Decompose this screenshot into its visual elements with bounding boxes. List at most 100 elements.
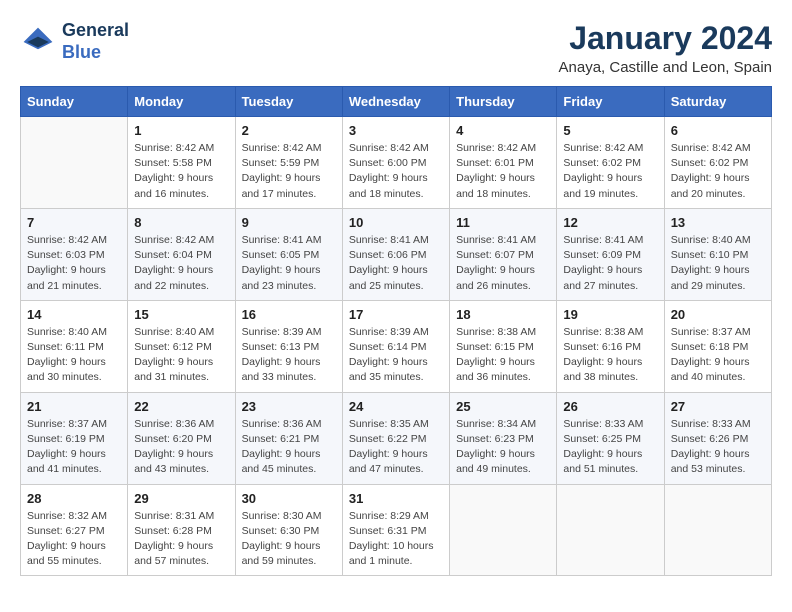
calendar-cell: 9 Sunrise: 8:41 AMSunset: 6:05 PMDaylight… (235, 208, 342, 300)
day-number: 21 (27, 399, 121, 414)
calendar-cell: 3 Sunrise: 8:42 AMSunset: 6:00 PMDaylight… (342, 117, 449, 209)
calendar-cell: 13 Sunrise: 8:40 AMSunset: 6:10 PMDayligh… (664, 208, 771, 300)
cell-info: Sunrise: 8:40 AMSunset: 6:12 PMDaylight:… (134, 325, 228, 386)
week-row-1: 1 Sunrise: 8:42 AMSunset: 5:58 PMDaylight… (21, 117, 772, 209)
day-number: 2 (242, 123, 336, 138)
day-number: 6 (671, 123, 765, 138)
day-number: 16 (242, 307, 336, 322)
logo-icon (20, 24, 56, 60)
cell-info: Sunrise: 8:42 AMSunset: 6:01 PMDaylight:… (456, 141, 550, 202)
calendar-cell: 22Sunrise: 8:36 AMSunset: 6:20 PMDayligh… (128, 392, 235, 484)
cell-info: Sunrise: 8:41 AMSunset: 6:05 PMDaylight:… (242, 233, 336, 294)
calendar-cell: 17Sunrise: 8:39 AMSunset: 6:14 PMDayligh… (342, 300, 449, 392)
day-number: 18 (456, 307, 550, 322)
day-number: 1 (134, 123, 228, 138)
cell-info: Sunrise: 8:35 AMSunset: 6:22 PMDaylight:… (349, 417, 443, 478)
calendar-cell: 20 Sunrise: 8:37 AMSunset: 6:18 PMDayligh… (664, 300, 771, 392)
calendar-cell: 18Sunrise: 8:38 AMSunset: 6:15 PMDayligh… (450, 300, 557, 392)
day-number: 20 (671, 307, 765, 322)
cell-info: Sunrise: 8:40 AMSunset: 6:10 PMDaylight:… (671, 233, 765, 294)
calendar-cell: 21 Sunrise: 8:37 AMSunset: 6:19 PMDayligh… (21, 392, 128, 484)
day-number: 9 (242, 215, 336, 230)
calendar-cell: 31Sunrise: 8:29 AMSunset: 6:31 PMDayligh… (342, 484, 449, 576)
weekday-header-wednesday: Wednesday (342, 87, 449, 117)
calendar-cell: 30 Sunrise: 8:30 AMSunset: 6:30 PMDayligh… (235, 484, 342, 576)
day-number: 24 (349, 399, 443, 414)
day-number: 11 (456, 215, 550, 230)
cell-info: Sunrise: 8:30 AMSunset: 6:30 PMDaylight:… (242, 509, 336, 570)
calendar-cell: 19 Sunrise: 8:38 AMSunset: 6:16 PMDayligh… (557, 300, 664, 392)
day-number: 8 (134, 215, 228, 230)
weekday-header-row: SundayMondayTuesdayWednesdayThursdayFrid… (21, 87, 772, 117)
cell-info: Sunrise: 8:42 AMSunset: 6:02 PMDaylight:… (671, 141, 765, 202)
day-number: 26 (563, 399, 657, 414)
day-number: 23 (242, 399, 336, 414)
calendar-cell (21, 117, 128, 209)
main-title: January 2024 (559, 20, 772, 57)
day-number: 13 (671, 215, 765, 230)
day-number: 4 (456, 123, 550, 138)
cell-info: Sunrise: 8:39 AMSunset: 6:13 PMDaylight:… (242, 325, 336, 386)
calendar-cell (450, 484, 557, 576)
cell-info: Sunrise: 8:36 AMSunset: 6:20 PMDaylight:… (134, 417, 228, 478)
cell-info: Sunrise: 8:32 AMSunset: 6:27 PMDaylight:… (27, 509, 121, 570)
calendar-cell (664, 484, 771, 576)
calendar-table: SundayMondayTuesdayWednesdayThursdayFrid… (20, 86, 772, 576)
calendar-cell: 27Sunrise: 8:33 AMSunset: 6:26 PMDayligh… (664, 392, 771, 484)
day-number: 15 (134, 307, 228, 322)
calendar-cell: 15 Sunrise: 8:40 AMSunset: 6:12 PMDayligh… (128, 300, 235, 392)
day-number: 10 (349, 215, 443, 230)
calendar-cell: 23 Sunrise: 8:36 AMSunset: 6:21 PMDayligh… (235, 392, 342, 484)
calendar-cell: 2 Sunrise: 8:42 AMSunset: 5:59 PMDaylight… (235, 117, 342, 209)
cell-info: Sunrise: 8:42 AMSunset: 5:58 PMDaylight:… (134, 141, 228, 202)
cell-info: Sunrise: 8:38 AMSunset: 6:16 PMDaylight:… (563, 325, 657, 386)
week-row-5: 28 Sunrise: 8:32 AMSunset: 6:27 PMDayligh… (21, 484, 772, 576)
day-number: 31 (349, 491, 443, 506)
cell-info: Sunrise: 8:41 AMSunset: 6:07 PMDaylight:… (456, 233, 550, 294)
cell-info: Sunrise: 8:36 AMSunset: 6:21 PMDaylight:… (242, 417, 336, 478)
day-number: 29 (134, 491, 228, 506)
title-area: January 2024 Anaya, Castille and Leon, S… (559, 20, 772, 76)
calendar-cell: 5Sunrise: 8:42 AMSunset: 6:02 PMDaylight… (557, 117, 664, 209)
weekday-header-saturday: Saturday (664, 87, 771, 117)
weekday-header-sunday: Sunday (21, 87, 128, 117)
cell-info: Sunrise: 8:42 AMSunset: 5:59 PMDaylight:… (242, 141, 336, 202)
calendar-cell: 14 Sunrise: 8:40 AMSunset: 6:11 PMDayligh… (21, 300, 128, 392)
calendar-cell: 12Sunrise: 8:41 AMSunset: 6:09 PMDayligh… (557, 208, 664, 300)
day-number: 28 (27, 491, 121, 506)
cell-info: Sunrise: 8:39 AMSunset: 6:14 PMDaylight:… (349, 325, 443, 386)
page-header: General Blue January 2024 Anaya, Castill… (20, 20, 772, 76)
day-number: 30 (242, 491, 336, 506)
calendar-cell: 4 Sunrise: 8:42 AMSunset: 6:01 PMDaylight… (450, 117, 557, 209)
calendar-cell: 16 Sunrise: 8:39 AMSunset: 6:13 PMDayligh… (235, 300, 342, 392)
week-row-3: 14 Sunrise: 8:40 AMSunset: 6:11 PMDayligh… (21, 300, 772, 392)
calendar-cell: 10 Sunrise: 8:41 AMSunset: 6:06 PMDayligh… (342, 208, 449, 300)
day-number: 19 (563, 307, 657, 322)
cell-info: Sunrise: 8:37 AMSunset: 6:19 PMDaylight:… (27, 417, 121, 478)
cell-info: Sunrise: 8:40 AMSunset: 6:11 PMDaylight:… (27, 325, 121, 386)
cell-info: Sunrise: 8:31 AMSunset: 6:28 PMDaylight:… (134, 509, 228, 570)
cell-info: Sunrise: 8:42 AMSunset: 6:03 PMDaylight:… (27, 233, 121, 294)
calendar-cell: 8 Sunrise: 8:42 AMSunset: 6:04 PMDaylight… (128, 208, 235, 300)
weekday-header-thursday: Thursday (450, 87, 557, 117)
calendar-cell: 24 Sunrise: 8:35 AMSunset: 6:22 PMDayligh… (342, 392, 449, 484)
cell-info: Sunrise: 8:42 AMSunset: 6:04 PMDaylight:… (134, 233, 228, 294)
day-number: 14 (27, 307, 121, 322)
day-number: 3 (349, 123, 443, 138)
weekday-header-tuesday: Tuesday (235, 87, 342, 117)
cell-info: Sunrise: 8:33 AMSunset: 6:26 PMDaylight:… (671, 417, 765, 478)
day-number: 25 (456, 399, 550, 414)
cell-info: Sunrise: 8:42 AMSunset: 6:02 PMDaylight:… (563, 141, 657, 202)
cell-info: Sunrise: 8:41 AMSunset: 6:06 PMDaylight:… (349, 233, 443, 294)
week-row-2: 7Sunrise: 8:42 AMSunset: 6:03 PMDaylight… (21, 208, 772, 300)
calendar-cell (557, 484, 664, 576)
cell-info: Sunrise: 8:42 AMSunset: 6:00 PMDaylight:… (349, 141, 443, 202)
week-row-4: 21 Sunrise: 8:37 AMSunset: 6:19 PMDayligh… (21, 392, 772, 484)
calendar-cell: 1 Sunrise: 8:42 AMSunset: 5:58 PMDaylight… (128, 117, 235, 209)
calendar-cell: 26Sunrise: 8:33 AMSunset: 6:25 PMDayligh… (557, 392, 664, 484)
logo: General Blue (20, 20, 129, 63)
logo-text: General Blue (62, 20, 129, 63)
cell-info: Sunrise: 8:37 AMSunset: 6:18 PMDaylight:… (671, 325, 765, 386)
calendar-cell: 7Sunrise: 8:42 AMSunset: 6:03 PMDaylight… (21, 208, 128, 300)
cell-info: Sunrise: 8:34 AMSunset: 6:23 PMDaylight:… (456, 417, 550, 478)
